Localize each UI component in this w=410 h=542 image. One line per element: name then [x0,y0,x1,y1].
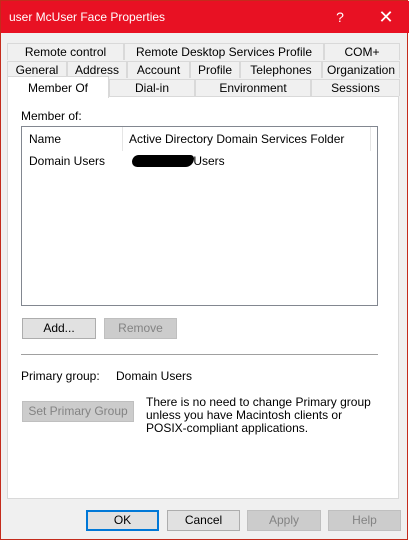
close-button[interactable]: ✕ [363,1,409,33]
tab-account[interactable]: Account [127,61,190,78]
member-of-label: Member of: [21,109,82,123]
redaction-mark [132,155,194,167]
group-name: Domain Users [29,154,106,168]
tab-remote-control[interactable]: Remote control [7,43,124,60]
tab-com-plus[interactable]: COM+ [324,43,400,60]
tab-remote-desktop-services-profile[interactable]: Remote Desktop Services Profile [124,43,324,60]
member-of-list[interactable]: Name Active Directory Domain Services Fo… [21,126,378,306]
help-button[interactable]: Help [328,510,401,531]
section-divider [21,354,378,355]
apply-button[interactable]: Apply [247,510,321,531]
tab-environment[interactable]: Environment [195,79,311,96]
help-title-button[interactable]: ? [317,1,363,33]
column-divider-end [370,127,371,151]
add-button[interactable]: Add... [22,318,96,339]
primary-group-value: Domain Users [116,369,193,383]
remove-button[interactable]: Remove [104,318,177,339]
column-folder[interactable]: Active Directory Domain Services Folder [122,127,370,151]
primary-group-note: There is no need to change Primary group… [146,395,371,435]
list-header: Name Active Directory Domain Services Fo… [22,127,377,151]
close-icon: ✕ [378,6,394,27]
window-title: user McUser Face Properties [9,10,166,24]
list-item[interactable]: Domain Users /Users [22,151,377,171]
ok-button[interactable]: OK [86,510,159,531]
member-of-panel: Member of: Name Active Directory Domain … [7,96,399,499]
title-bar[interactable]: user McUser Face Properties ? ✕ [1,1,409,33]
tab-dial-in[interactable]: Dial-in [109,79,195,96]
set-primary-group-button[interactable]: Set Primary Group [22,401,134,422]
column-name[interactable]: Name [22,127,122,151]
tab-organization[interactable]: Organization [322,61,400,78]
tab-sessions[interactable]: Sessions [311,79,400,96]
tab-profile[interactable]: Profile [190,61,240,78]
group-folder: /Users [190,154,225,168]
help-icon: ? [336,9,344,25]
tab-member-of[interactable]: Member Of [7,76,109,98]
properties-dialog: user McUser Face Properties ? ✕ Remote c… [0,0,409,540]
tab-telephones[interactable]: Telephones [240,61,322,78]
primary-group-label: Primary group: [21,369,100,383]
cancel-button[interactable]: Cancel [167,510,240,531]
